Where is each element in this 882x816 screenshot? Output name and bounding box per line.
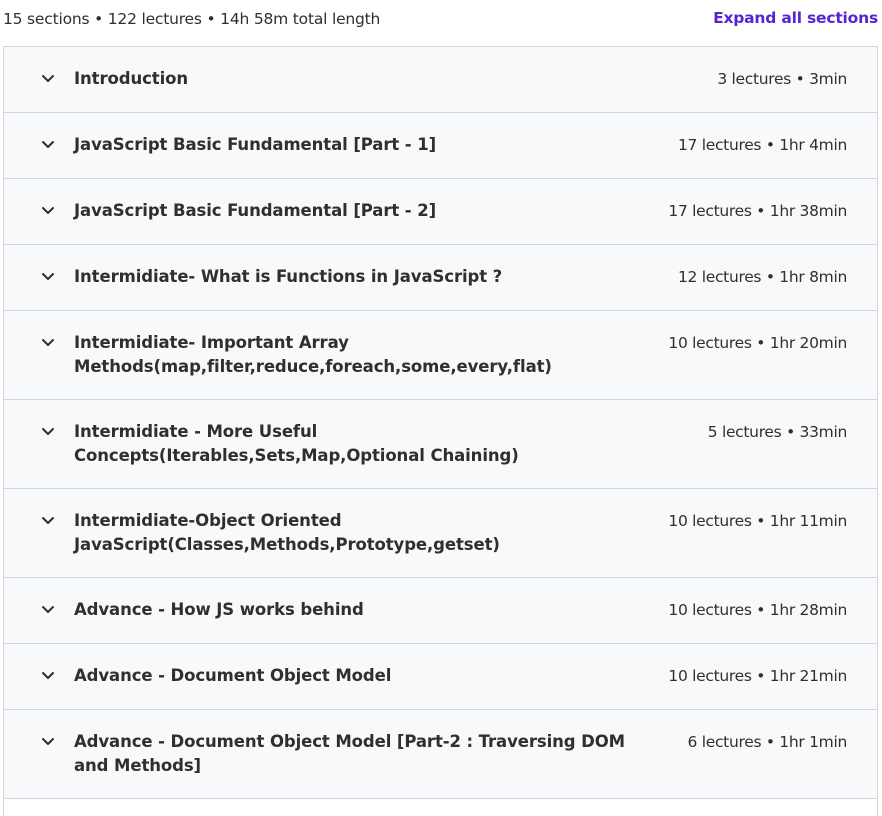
chevron-down-icon (41, 272, 55, 282)
section-meta: 17 lectures • 1hr 38min (668, 202, 847, 220)
section-row[interactable]: JavaScript Basic Fundamental [Part - 1] … (4, 113, 877, 179)
chevron-down-icon (41, 74, 55, 84)
section-meta: 5 lectures • 33min (707, 423, 848, 441)
chevron-down-icon (41, 737, 55, 747)
section-title: JavaScript Basic Fundamental [Part - 1] (74, 135, 437, 154)
section-meta: 10 lectures • 1hr 11min (668, 512, 847, 530)
section-row[interactable]: Intermidiate- What is Functions in JavaS… (4, 245, 877, 311)
section-meta: 10 lectures • 1hr 28min (668, 601, 847, 619)
section-meta: 3 lectures • 3min (717, 70, 847, 88)
section-title: Intermidiate-Object Oriented JavaScript(… (74, 511, 500, 554)
section-title: Intermidiate- Important Array Methods(ma… (74, 333, 552, 376)
section-meta: 12 lectures • 1hr 8min (677, 268, 847, 286)
section-row[interactable]: Introduction 3 lectures • 3min (4, 47, 877, 113)
section-meta: 6 lectures • 1hr 1min (687, 733, 848, 751)
section-title: Advance - Document Object Model [Part-2 … (74, 732, 625, 775)
section-row[interactable]: Intermidiate-Object Oriented JavaScript(… (4, 489, 877, 578)
section-title: JavaScript Basic Fundamental [Part - 2] (74, 201, 437, 220)
chevron-down-icon (41, 516, 55, 526)
section-row[interactable]: Advance - Document Object Model [Part-2 … (4, 710, 877, 799)
section-row[interactable]: Intermidiate - More Useful Concepts(Iter… (4, 400, 877, 489)
chevron-down-icon (41, 605, 55, 615)
section-row[interactable]: JavaScript Basic Fundamental [Part - 2] … (4, 179, 877, 245)
chevron-down-icon (41, 427, 55, 437)
section-meta: 10 lectures • 1hr 20min (668, 334, 847, 352)
section-title: Advance - Document Object Model (74, 666, 392, 685)
section-list: Introduction 3 lectures • 3min JavaScrip… (3, 46, 878, 816)
section-title: Introduction (74, 69, 189, 88)
chevron-down-icon (41, 206, 55, 216)
chevron-down-icon (41, 671, 55, 681)
section-title: Advance - How JS works behind (74, 600, 364, 619)
chevron-down-icon (41, 338, 55, 348)
expand-all-sections-button[interactable]: Expand all sections (713, 9, 878, 27)
section-title: Intermidiate- What is Functions in JavaS… (74, 267, 503, 286)
chevron-down-icon (41, 140, 55, 150)
section-meta: 17 lectures • 1hr 4min (677, 136, 847, 154)
section-meta: 10 lectures • 1hr 21min (668, 667, 847, 685)
curriculum-header: 15 sections • 122 lectures • 14h 58m tot… (0, 0, 882, 40)
section-title: Intermidiate - More Useful Concepts(Iter… (74, 422, 519, 465)
course-summary: 15 sections • 122 lectures • 14h 58m tot… (3, 10, 381, 28)
section-row[interactable]: Advance - Document Object Model 10 lectu… (4, 644, 877, 710)
section-row[interactable]: Advance - How JS works behind 10 lecture… (4, 578, 877, 644)
section-row[interactable]: Intermidiate- Important Array Methods(ma… (4, 311, 877, 400)
